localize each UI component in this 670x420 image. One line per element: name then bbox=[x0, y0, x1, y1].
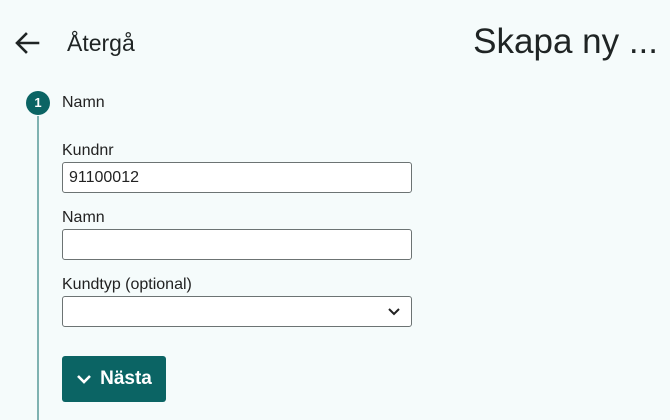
name-input[interactable] bbox=[62, 229, 412, 260]
chevron-down-icon bbox=[388, 308, 400, 316]
top-bar: Återgå Skapa ny ... bbox=[0, 0, 670, 86]
arrow-left-icon bbox=[15, 32, 40, 54]
next-button[interactable]: Nästa bbox=[62, 356, 166, 402]
back-button[interactable] bbox=[10, 26, 44, 60]
chevron-down-icon bbox=[77, 375, 92, 384]
stepper-rail bbox=[37, 116, 39, 420]
step-number-badge: 1 bbox=[26, 91, 50, 115]
back-label[interactable]: Återgå bbox=[67, 29, 135, 57]
customer-number-input[interactable] bbox=[62, 162, 412, 193]
customer-type-label: Kundtyp (optional) bbox=[62, 276, 192, 293]
customer-type-select[interactable] bbox=[62, 296, 412, 327]
customer-number-label: Kundnr bbox=[62, 142, 114, 159]
page-title: Skapa ny ... bbox=[473, 22, 658, 61]
name-label: Namn bbox=[62, 209, 105, 226]
step-label: Namn bbox=[62, 94, 105, 111]
next-button-label: Nästa bbox=[100, 368, 152, 389]
